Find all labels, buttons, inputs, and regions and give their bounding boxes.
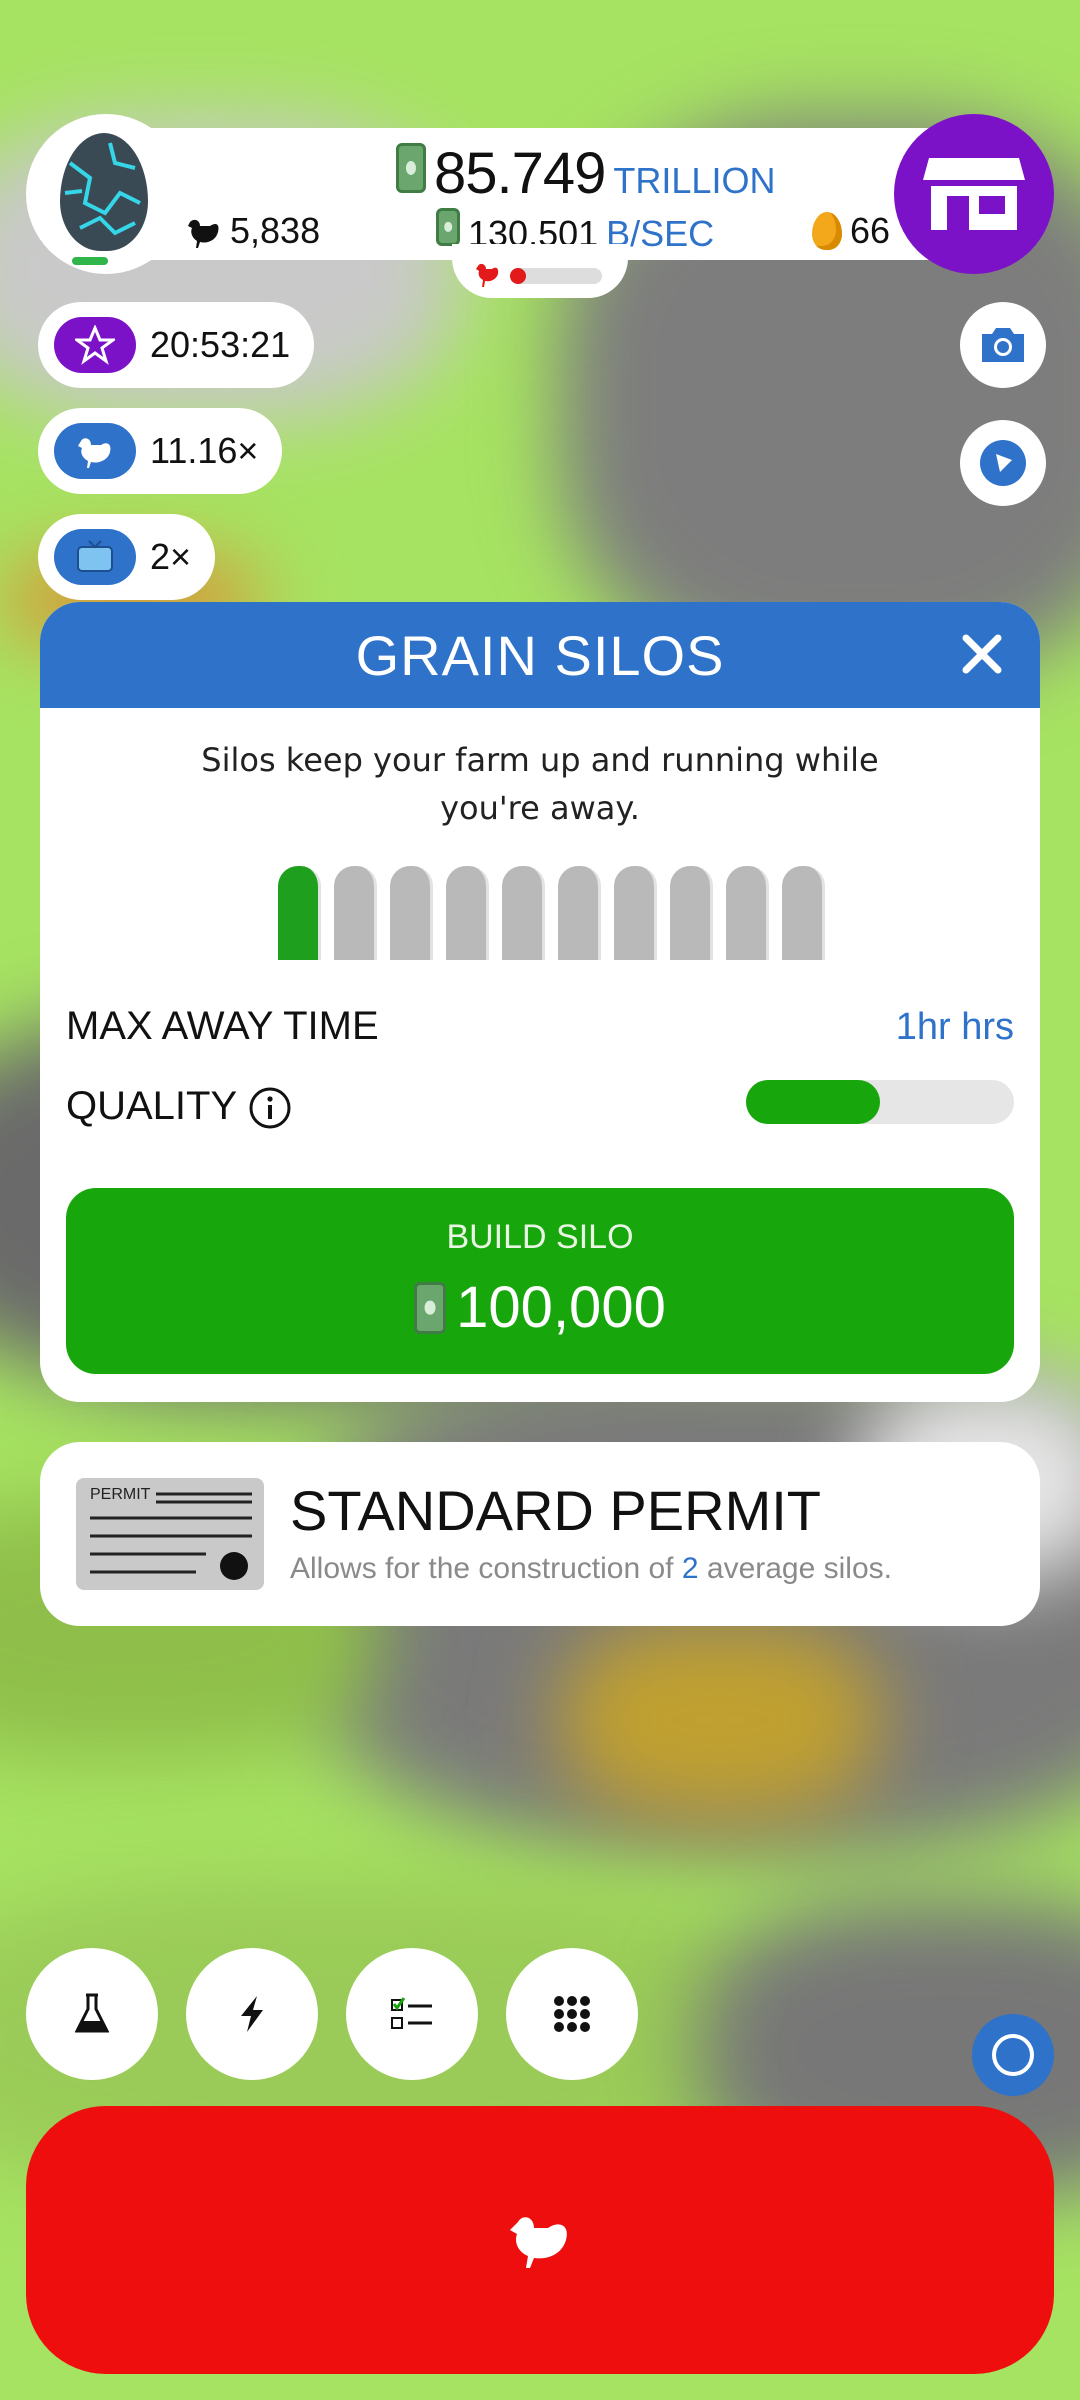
cash-icon [396, 143, 426, 193]
money-value: 85.749 [434, 141, 606, 206]
boost-video-label: 2× [150, 536, 192, 577]
chicken-count-value: 5,838 [230, 210, 321, 251]
camera-icon [982, 328, 1024, 362]
shop-button[interactable] [894, 114, 1054, 274]
boost-video-multiplier[interactable]: 2× [38, 514, 216, 600]
permit-description: Allows for the construction of 2 average… [290, 1552, 892, 1586]
build-silo-button[interactable]: BUILD SILO 100,000 [66, 1188, 1014, 1374]
panel-header: GRAIN SILOS [40, 602, 1040, 708]
menu-grid-button[interactable] [506, 1948, 638, 2080]
chicken-icon [188, 219, 219, 248]
chicken-count: 5,838 [186, 210, 320, 252]
permit-desc-number: 2 [681, 1552, 699, 1585]
permit-image: PERMIT [76, 1478, 264, 1590]
cash-icon [414, 1281, 447, 1334]
silo-empty [390, 866, 433, 960]
flask-icon [75, 1993, 109, 2033]
close-icon[interactable] [954, 626, 1010, 682]
store-icon [923, 158, 1025, 230]
checklist-icon [391, 1997, 432, 2029]
max-away-label: MAX AWAY TIME [66, 1004, 379, 1048]
star-icon [54, 317, 136, 373]
hatch-progress-fill [510, 268, 526, 284]
permit-desc-text: Allows for the construction of [290, 1552, 674, 1585]
money-total: 85.749 TRILLION [396, 140, 775, 210]
hatch-chicken-button[interactable] [26, 2106, 1054, 2374]
permit-card[interactable]: PERMIT STANDARD PERMIT Allows for the co… [40, 1442, 1040, 1626]
navigate-button[interactable] [960, 420, 1046, 506]
boost-chicken-label: 11.16× [150, 430, 259, 471]
grid-icon [554, 1996, 590, 2032]
permit-title: STANDARD PERMIT [290, 1479, 821, 1542]
silo-empty [558, 866, 601, 960]
missions-button[interactable] [346, 1948, 478, 2080]
camera-button[interactable] [960, 302, 1046, 388]
max-away-value: 1hr hrs [895, 1006, 1014, 1048]
money-unit: TRILLION [613, 160, 776, 201]
silo-empty [670, 866, 713, 960]
lightning-icon [241, 1996, 263, 2032]
compass-icon [980, 440, 1026, 486]
ring-icon [992, 2034, 1034, 2076]
golden-egg-count: 66 [812, 210, 890, 252]
chicken-icon [510, 2217, 567, 2268]
info-icon[interactable] [248, 1086, 292, 1130]
panel-description: Silos keep your farm up and running whil… [201, 741, 879, 827]
golden-egg-icon [812, 212, 842, 250]
cash-icon [436, 208, 460, 246]
boost-star-label: 20:53:21 [150, 324, 291, 365]
silo-row [278, 866, 825, 960]
quality-label: QUALITY [66, 1084, 238, 1128]
panel-title: GRAIN SILOS [355, 623, 725, 687]
quality-bar-fill [746, 1080, 880, 1124]
silo-empty [614, 866, 657, 960]
boosts-button[interactable] [186, 1948, 318, 2080]
silo-empty [334, 866, 377, 960]
grain-silos-panel: GRAIN SILOS Silos keep your farm up and … [40, 602, 1040, 1402]
build-price-value: 100,000 [456, 1275, 666, 1340]
boost-chicken-multiplier[interactable]: 11.16× [38, 408, 283, 494]
boost-star-timer[interactable]: 20:53:21 [38, 302, 315, 388]
silo-built [278, 866, 321, 960]
build-silo-label: BUILD SILO [446, 1218, 634, 1256]
red-chicken-icon [476, 263, 499, 287]
silo-empty [782, 866, 825, 960]
silo-empty [446, 866, 489, 960]
permit-desc-text-end: average silos. [706, 1552, 892, 1585]
research-button[interactable] [26, 1948, 158, 2080]
chicken-icon [54, 423, 136, 479]
silo-empty [726, 866, 769, 960]
golden-egg-value: 66 [850, 210, 891, 251]
assistant-button[interactable] [972, 2014, 1054, 2096]
build-silo-price: 100,000 [66, 1274, 1014, 1341]
silo-empty [502, 866, 545, 960]
egg-progress-indicator [72, 257, 108, 265]
tv-icon [54, 529, 136, 585]
